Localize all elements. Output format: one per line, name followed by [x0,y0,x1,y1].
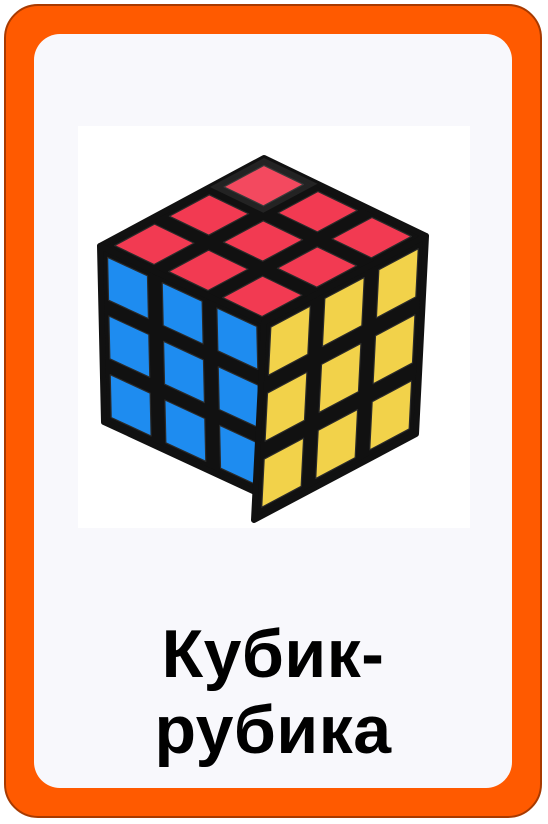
flash-card: Кубик- рубика [4,4,542,818]
rubiks-cube-icon [97,155,429,523]
card-title-line-2: рубика [154,692,392,768]
card-title: Кубик- рубика [34,616,512,768]
rubiks-cube-picture [78,126,470,528]
card-title-line-1: Кубик- [161,616,385,692]
card-panel: Кубик- рубика [34,34,512,788]
